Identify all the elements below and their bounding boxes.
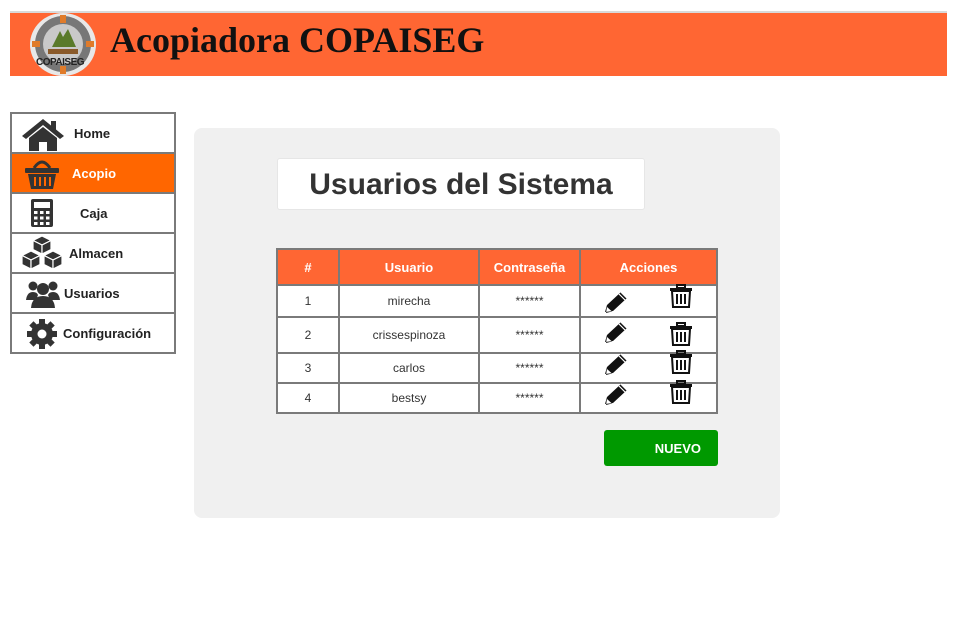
cell-actions bbox=[579, 316, 718, 354]
pencil-icon[interactable] bbox=[603, 320, 631, 344]
table-row: 3 carlos ****** bbox=[276, 350, 718, 384]
page-title: Usuarios del Sistema bbox=[309, 168, 613, 201]
trash-icon[interactable] bbox=[669, 322, 693, 346]
trash-icon[interactable] bbox=[669, 380, 693, 404]
calculator-icon bbox=[31, 199, 53, 227]
cell-password: ****** bbox=[478, 382, 581, 414]
cell-num: 1 bbox=[276, 284, 340, 318]
cell-usuario: carlos bbox=[338, 352, 480, 384]
table-row: 2 crissespinoza ****** bbox=[276, 316, 718, 354]
new-user-button[interactable]: NUEVO bbox=[604, 430, 718, 466]
pencil-icon[interactable] bbox=[603, 352, 631, 376]
cell-password: ****** bbox=[478, 352, 581, 384]
app-title: Acopiadora COPAISEG bbox=[110, 20, 485, 60]
sidebar-item-label: Home bbox=[74, 125, 111, 141]
cell-actions bbox=[579, 284, 718, 318]
column-header-usuario: Usuario bbox=[338, 248, 480, 286]
cell-usuario: mirecha bbox=[338, 284, 480, 318]
column-header-acciones: Acciones bbox=[579, 248, 718, 286]
sidebar-item-label: Usuarios bbox=[64, 285, 120, 301]
users-table: # Usuario Contraseña Acciones 1 mirecha … bbox=[276, 248, 718, 414]
cell-actions bbox=[579, 350, 718, 384]
sidebar-item-almacen[interactable]: Almacen bbox=[10, 232, 176, 272]
gear-icon bbox=[27, 319, 57, 349]
page-title-box: Usuarios del Sistema bbox=[277, 158, 645, 210]
cell-actions bbox=[579, 380, 718, 414]
app-header: COPAISEG Acopiadora COPAISEG bbox=[10, 13, 947, 76]
sidebar-item-label: Caja bbox=[80, 205, 108, 221]
cell-num: 3 bbox=[276, 352, 340, 384]
column-header-contrasena: Contraseña bbox=[478, 248, 581, 286]
column-header-num: # bbox=[276, 248, 340, 286]
sidebar-item-caja[interactable]: Caja bbox=[10, 192, 176, 232]
cell-usuario: bestsy bbox=[338, 382, 480, 414]
logo-text: COPAISEG bbox=[36, 57, 85, 68]
table-header-row: # Usuario Contraseña Acciones bbox=[276, 248, 718, 286]
cell-num: 4 bbox=[276, 382, 340, 414]
cell-password: ****** bbox=[478, 316, 581, 354]
sidebar-item-acopio[interactable]: Acopio bbox=[10, 152, 176, 192]
cell-usuario: crissespinoza bbox=[338, 316, 480, 354]
sidebar-item-label: Configuración bbox=[63, 325, 152, 341]
cell-password: ****** bbox=[478, 284, 581, 318]
table-row: 1 mirecha ****** bbox=[276, 284, 718, 318]
sidebar-item-usuarios[interactable]: Usuarios bbox=[10, 272, 176, 312]
pencil-icon[interactable] bbox=[603, 290, 631, 314]
sidebar-nav: Home Acopio Caja Almacen Usuarios Config… bbox=[10, 112, 176, 354]
boxes-icon bbox=[20, 235, 64, 270]
basket-icon bbox=[25, 160, 59, 189]
table-row: 4 bestsy ****** bbox=[276, 380, 718, 414]
trash-icon[interactable] bbox=[669, 350, 693, 374]
company-logo: COPAISEG bbox=[30, 13, 96, 76]
trash-icon[interactable] bbox=[669, 284, 693, 308]
sidebar-item-home[interactable]: Home bbox=[10, 112, 176, 152]
home-icon bbox=[22, 119, 64, 151]
sidebar-item-configuracion[interactable]: Configuración bbox=[10, 312, 176, 354]
cell-num: 2 bbox=[276, 316, 340, 354]
pencil-icon[interactable] bbox=[603, 382, 631, 406]
users-icon bbox=[26, 281, 60, 308]
sidebar-item-label: Almacen bbox=[69, 245, 124, 261]
sidebar-item-label: Acopio bbox=[72, 165, 117, 181]
